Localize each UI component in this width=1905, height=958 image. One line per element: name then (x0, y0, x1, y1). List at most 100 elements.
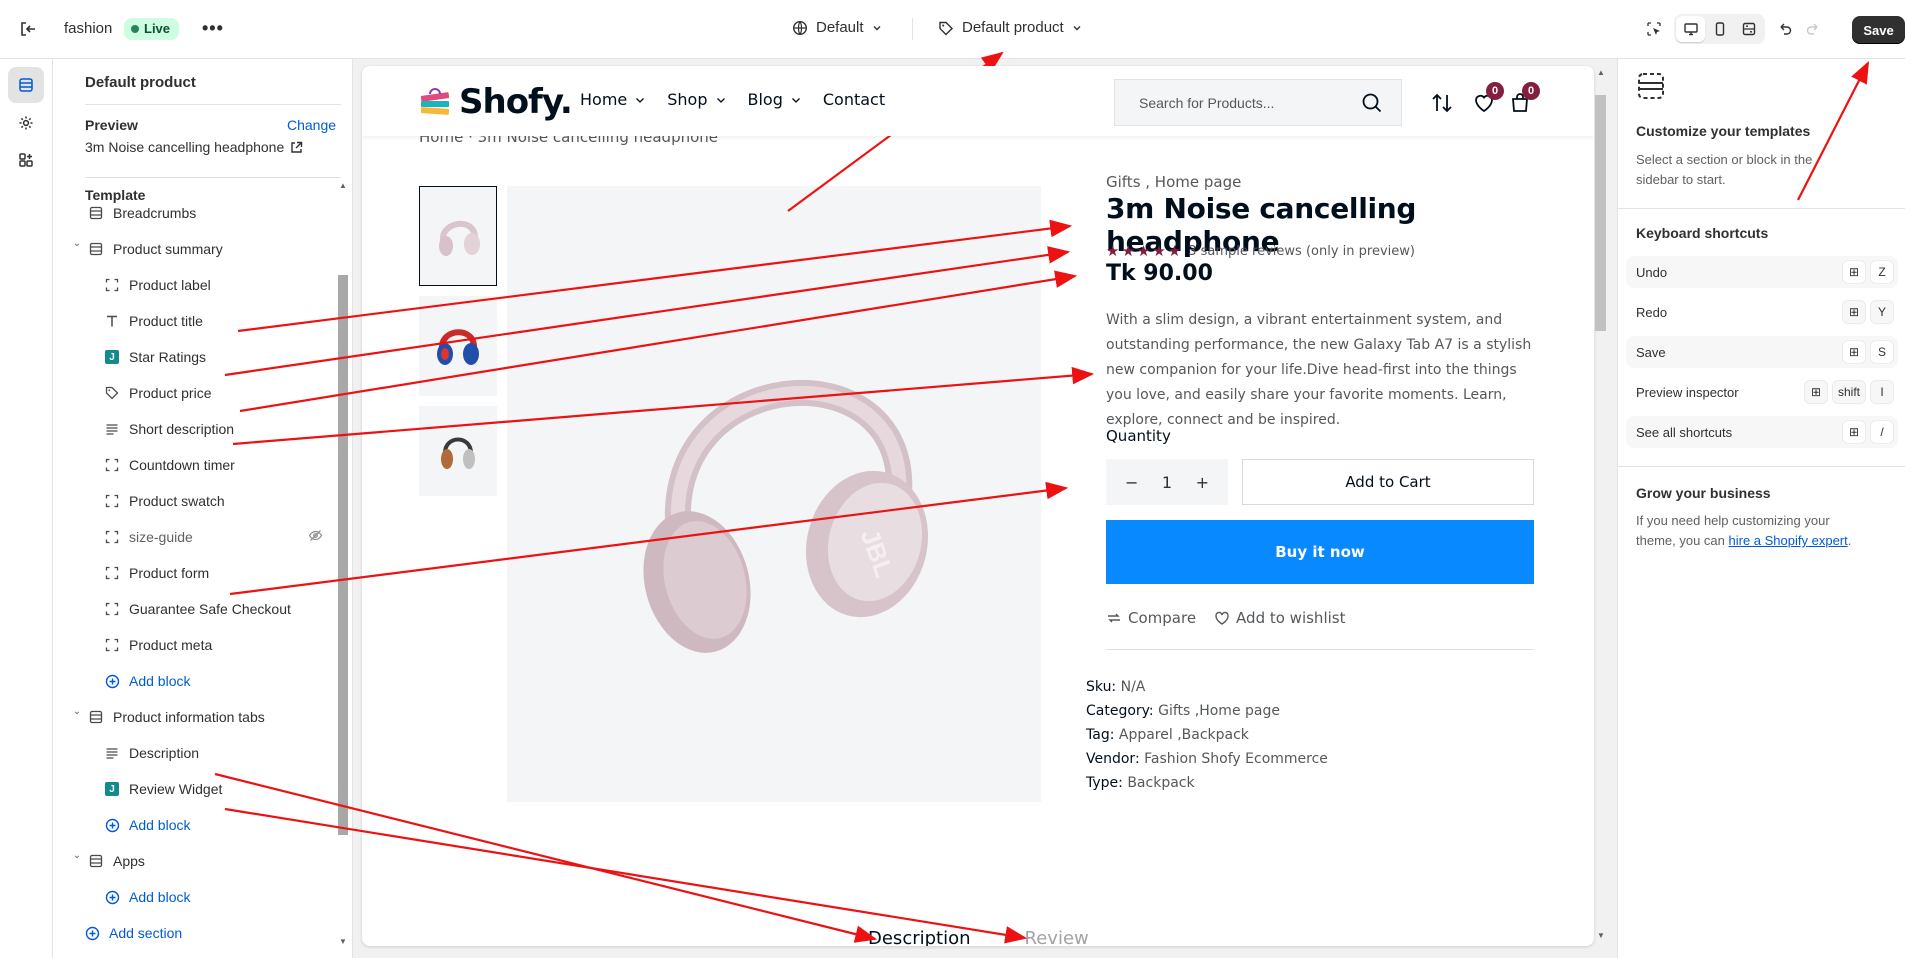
grow-text: If you need help customizing your theme,… (1636, 511, 1866, 551)
shortcut-label: Save (1636, 344, 1666, 360)
nav-shop[interactable]: Shop (667, 90, 725, 109)
sidebar-item-add-section[interactable]: Add section (83, 918, 323, 948)
store-search-input[interactable]: Search for Products... (1114, 79, 1402, 126)
buy-it-now-button[interactable]: Buy it now (1106, 520, 1534, 584)
sidebar-item-add-block[interactable]: Add block (103, 882, 323, 912)
sidebar-item-label: Add block (129, 889, 191, 905)
sidebar-item-product-title[interactable]: Product title (103, 306, 323, 336)
star-ratings[interactable]: ★★★★★ 3 sample reviews (only in preview) (1106, 242, 1415, 260)
sidebar-item-guarantee-safe-checkout[interactable]: Guarantee Safe Checkout (103, 594, 323, 624)
preview-product[interactable]: 3m Noise cancelling headphone (85, 139, 303, 155)
editor-icon-rail (0, 59, 53, 958)
sections-icon[interactable] (8, 67, 44, 103)
meta-vendor-label: Vendor: (1086, 751, 1140, 767)
sidebar-item-label: Product price (129, 385, 212, 401)
sidebar-item-product-swatch[interactable]: Product swatch (103, 486, 323, 516)
sidebar-item-label: Product swatch (129, 493, 225, 509)
redo-icon[interactable] (1799, 15, 1827, 43)
customize-text: Select a section or block in the sidebar… (1636, 152, 1813, 187)
hidden-eye-off-icon[interactable] (308, 528, 323, 546)
full-width-view-icon[interactable] (1734, 16, 1763, 42)
meta-vendor-value: Fashion Shofy Ecommerce (1144, 751, 1328, 767)
nav-home-label: Home (580, 90, 628, 109)
compare-arrows-icon[interactable] (1430, 91, 1454, 115)
product-categories[interactable]: Gifts , Home page (1106, 173, 1241, 191)
quantity-value[interactable]: 1 (1162, 473, 1172, 492)
paragraph-icon (103, 420, 121, 438)
exit-icon[interactable] (18, 19, 38, 39)
shortcut-keys: ⊞ shift I (1803, 380, 1894, 404)
nav-contact[interactable]: Contact (823, 90, 885, 109)
search-icon[interactable] (1361, 92, 1383, 114)
tab-description[interactable]: Description (868, 928, 971, 946)
scroll-down-icon[interactable]: ▼ (1597, 931, 1605, 940)
desktop-view-icon[interactable] (1676, 16, 1705, 42)
template-selector[interactable]: Default product (938, 19, 1082, 36)
sidebar-item-star-ratings[interactable]: J Star Ratings (103, 342, 323, 372)
store-name: fashion (64, 20, 113, 37)
sidebar-item-label: Product information tabs (113, 709, 265, 725)
hire-shopify-expert-link[interactable]: hire a Shopify expert (1729, 533, 1848, 548)
sidebar-item-countdown-timer[interactable]: Countdown timer (103, 450, 323, 480)
undo-icon[interactable] (1771, 15, 1799, 43)
block-icon (103, 492, 121, 510)
product-main-image[interactable]: JBL (507, 186, 1041, 802)
add-to-cart-button[interactable]: Add to Cart (1242, 459, 1534, 505)
apps-icon[interactable] (8, 142, 44, 178)
chevron-down-icon[interactable]: ⌄ (71, 238, 83, 249)
decrease-quantity-button[interactable]: − (1125, 473, 1138, 492)
sidebar-item-product-information-tabs[interactable]: ⌄ Product information tabs (73, 702, 323, 732)
meta-category-value[interactable]: Gifts ,Home page (1158, 703, 1280, 719)
section-template-icon (1638, 73, 1664, 99)
sidebar-item-add-block[interactable]: Add block (103, 666, 323, 696)
inspector-select-icon[interactable] (1640, 15, 1668, 43)
more-actions-button[interactable]: ••• (202, 18, 224, 39)
sidebar-item-product-form[interactable]: Product form (103, 558, 323, 588)
scroll-down-icon[interactable]: ▼ (339, 937, 347, 946)
quantity-label: Quantity (1106, 427, 1171, 445)
block-icon (103, 528, 121, 546)
add-to-wishlist-button[interactable]: Add to wishlist (1214, 609, 1345, 627)
change-preview-link[interactable]: Change (287, 117, 336, 133)
increase-quantity-button[interactable]: + (1196, 473, 1209, 492)
sidebar-item-breadcrumbs[interactable]: Breadcrumbs (87, 198, 323, 228)
sidebar-item-product-label[interactable]: Product label (103, 270, 323, 300)
save-button[interactable]: Save (1852, 16, 1905, 44)
nav-blog[interactable]: Blog (748, 90, 801, 109)
shortcut-label[interactable]: See all shortcuts (1636, 425, 1732, 440)
gallery-thumbnail[interactable] (419, 406, 497, 496)
scroll-up-icon[interactable]: ▲ (339, 181, 347, 190)
tab-review[interactable]: Review (1025, 928, 1089, 946)
sidebar-item-product-meta[interactable]: Product meta (103, 630, 323, 660)
sidebar-item-apps[interactable]: ⌄ Apps (73, 846, 323, 876)
shortcut-keys: ⊞ S (1842, 340, 1894, 364)
sidebar-item-short-description[interactable]: Short description (103, 414, 323, 444)
sidebar-item-product-summary[interactable]: ⌄ Product summary (73, 234, 323, 264)
gallery-thumbnail[interactable] (419, 186, 497, 286)
sidebar-item-size-guide[interactable]: size-guide (103, 522, 323, 552)
sidebar-item-add-block[interactable]: Add block (103, 810, 323, 840)
theme-selector[interactable]: Default (792, 19, 882, 36)
store-logo[interactable]: Shofy. (419, 82, 573, 122)
nav-home[interactable]: Home (580, 90, 645, 109)
plus-circle-icon (103, 672, 121, 690)
sidebar-scrollbar[interactable] (338, 275, 348, 835)
chevron-down-icon[interactable]: ⌄ (71, 706, 83, 717)
meta-tag-value[interactable]: Apparel ,Backpack (1119, 727, 1249, 743)
mobile-view-icon[interactable] (1705, 16, 1734, 42)
chevron-down-icon[interactable]: ⌄ (71, 850, 83, 861)
plus-circle-icon (103, 888, 121, 906)
sidebar-item-description[interactable]: Description (103, 738, 323, 768)
meta-vendor: Vendor: Fashion Shofy Ecommerce (1086, 747, 1328, 771)
chevron-down-icon (791, 97, 800, 103)
theme-settings-gear-icon[interactable] (8, 105, 44, 141)
sidebar-item-product-price[interactable]: Product price (103, 378, 323, 408)
quantity-stepper[interactable]: − 1 + (1106, 459, 1228, 505)
preview-scrollbar[interactable] (1595, 95, 1606, 331)
scroll-up-icon[interactable]: ▲ (1597, 68, 1605, 77)
sidebar-item-review-widget[interactable]: J Review Widget (103, 774, 323, 804)
gallery-thumbnail[interactable] (419, 296, 497, 396)
sidebar-item-label: Star Ratings (129, 349, 207, 365)
compare-button[interactable]: Compare (1106, 609, 1196, 627)
shortcut-key: / (1870, 420, 1894, 444)
